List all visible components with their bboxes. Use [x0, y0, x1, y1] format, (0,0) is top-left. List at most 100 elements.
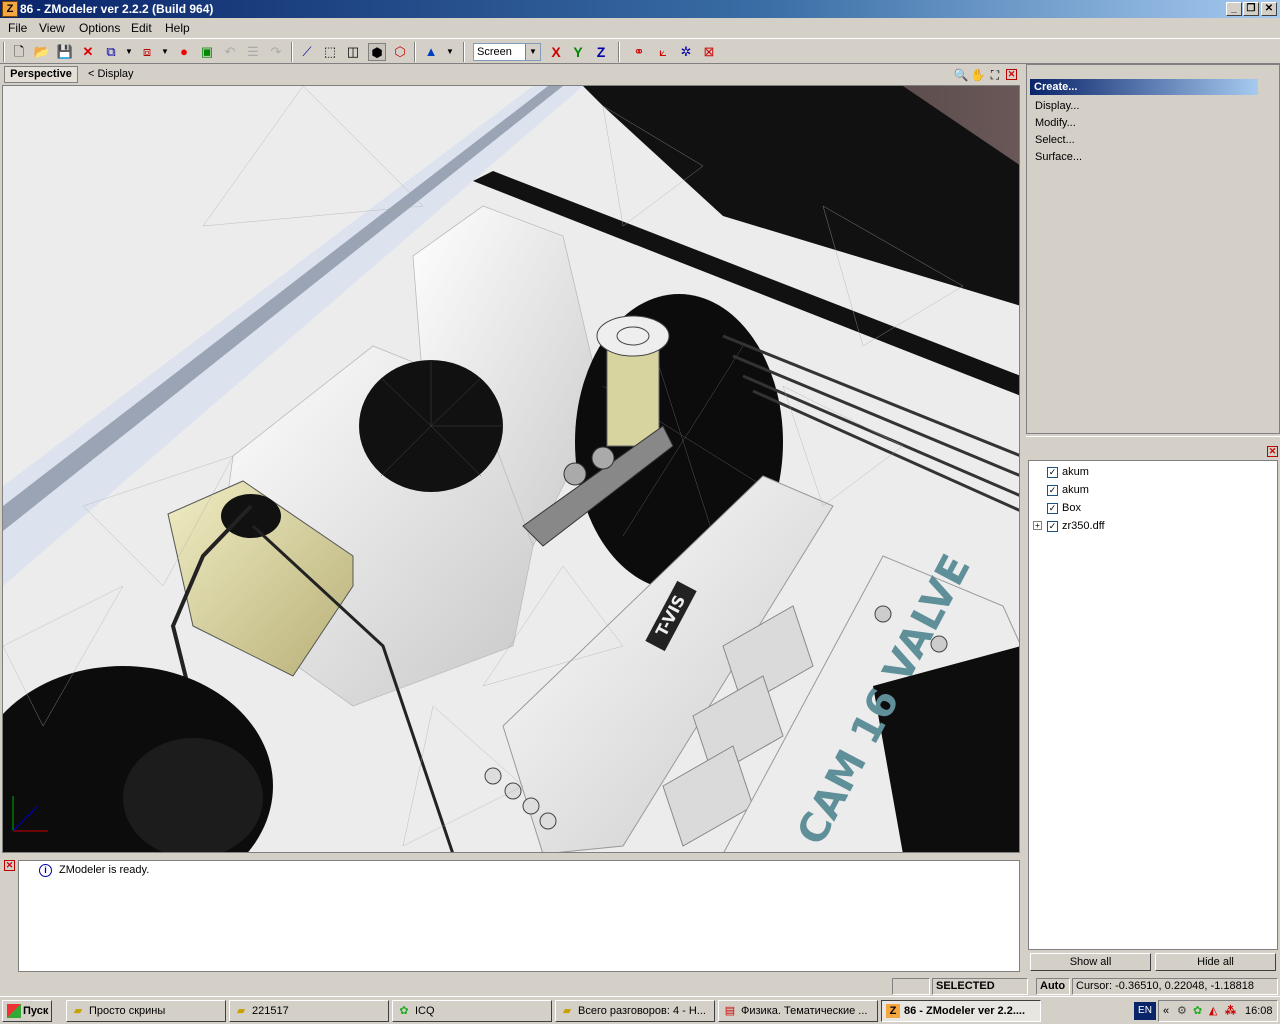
taskbar-item[interactable]: ▰ Просто скрины: [66, 1000, 226, 1022]
link-icon[interactable]: ⚭: [630, 43, 648, 61]
antivirus-icon[interactable]: ◭: [1209, 1001, 1217, 1021]
taskbar-item[interactable]: ▤ Физика. Тематические ...: [718, 1000, 878, 1022]
tree-item[interactable]: ✓ akum: [1047, 483, 1089, 497]
delete-icon[interactable]: ✕: [79, 43, 97, 61]
language-indicator[interactable]: EN: [1134, 1002, 1156, 1020]
clock[interactable]: 16:08: [1245, 1001, 1273, 1021]
import-dropdown-icon[interactable]: ▼: [120, 43, 138, 61]
taskbar-item-active[interactable]: Z 86 - ZModeler ver 2.2....: [881, 1000, 1041, 1022]
list-icon[interactable]: ☰: [244, 43, 262, 61]
start-button[interactable]: Пуск: [2, 1000, 52, 1022]
folder-icon: ▰: [562, 1005, 572, 1017]
record-icon[interactable]: ●: [175, 43, 193, 61]
taskbar-item[interactable]: ▰ 221517: [229, 1000, 389, 1022]
create-menu-item[interactable]: Create...: [1030, 79, 1258, 95]
toolbar-separator: [291, 42, 293, 62]
menu-options[interactable]: Options: [79, 21, 120, 35]
surface-menu-item[interactable]: Surface...: [1035, 151, 1082, 163]
toolbar-separator-2: [414, 42, 416, 62]
title-bar[interactable]: Z 86 - ZModeler ver 2.2.2 (Build 964) _ …: [0, 0, 1280, 18]
close-tree-panel-icon[interactable]: ✕: [1267, 446, 1278, 457]
close-viewport-icon[interactable]: ✕: [1006, 69, 1017, 80]
main-toolbar: 🗋 📂 💾 ✕ ⧉ ▼ ⧈ ▼ ● ▣ ↶ ☰ ↷ ⟋ ⬚ ◫ ⬢ ⬡ ▲ ▼ …: [0, 38, 1280, 64]
normals-dropdown-icon[interactable]: ▼: [441, 43, 459, 61]
export-icon[interactable]: ⧈: [138, 43, 156, 61]
zmodeler-icon: Z: [886, 1004, 900, 1018]
status-bar: SELECTED MODE Auto Cursor: -0.36510, 0.2…: [0, 976, 1280, 1007]
menu-help[interactable]: Help: [165, 21, 190, 35]
taskbar: Пуск ▰ Просто скрины ▰ 221517 ✿ ICQ ▰ Всего …: [0, 996, 1280, 1024]
engine-bay-render[interactable]: T-VIS CAM 16 VALVE: [3, 86, 1020, 853]
restore-button[interactable]: ❐: [1243, 2, 1259, 16]
axis-x-button[interactable]: X: [547, 43, 565, 61]
menu-view[interactable]: View: [39, 21, 65, 35]
menu-edit[interactable]: Edit: [131, 21, 152, 35]
checkbox-checked-icon[interactable]: ✓: [1047, 502, 1058, 514]
normals-icon[interactable]: ▲: [422, 43, 440, 61]
task-label: Просто скрины: [89, 1005, 166, 1017]
pan-hand-icon[interactable]: ✋: [969, 66, 987, 84]
commands-panel: Create... Display... Modify... Select...…: [1026, 64, 1280, 434]
show-all-button[interactable]: Show all: [1030, 953, 1151, 971]
folder-icon: ▰: [236, 1005, 246, 1017]
picture-icon[interactable]: ▣: [198, 43, 216, 61]
new-file-icon[interactable]: 🗋: [10, 43, 28, 61]
tree-item[interactable]: + ✓ zr350.dff: [1033, 519, 1105, 533]
close-button[interactable]: ✕: [1261, 2, 1277, 16]
zoom-icon[interactable]: 🔍: [952, 66, 970, 84]
cube-red-icon[interactable]: ⬡: [391, 43, 409, 61]
export-dropdown-icon[interactable]: ▼: [156, 43, 174, 61]
checkbox-checked-icon[interactable]: ✓: [1047, 484, 1058, 496]
view-select[interactable]: Screen ▼: [473, 43, 541, 61]
undo-icon[interactable]: ↶: [221, 43, 239, 61]
viewport-tab-perspective[interactable]: Perspective: [4, 66, 78, 83]
menu-file[interactable]: File: [8, 21, 27, 35]
selected-mode-icon[interactable]: ⬢: [368, 43, 386, 61]
taskbar-item[interactable]: ▰ Всего разговоров: 4 - Н...: [555, 1000, 715, 1022]
object-mode-icon[interactable]: ◫: [344, 43, 362, 61]
pivot-icon[interactable]: ✲: [677, 43, 695, 61]
task-label: Всего разговоров: 4 - Н...: [578, 1005, 706, 1017]
checkbox-checked-icon[interactable]: ✓: [1047, 466, 1058, 478]
toolbar-grip: [3, 42, 5, 62]
zmodeler-app-icon[interactable]: Z: [2, 1, 18, 17]
icq-tray-icon[interactable]: ✿: [1193, 1001, 1202, 1021]
expand-plus-icon[interactable]: +: [1033, 521, 1042, 530]
axis-z-button[interactable]: Z: [592, 43, 610, 61]
checkbox-checked-icon[interactable]: ✓: [1047, 520, 1058, 532]
transform-icon[interactable]: ⊠: [700, 43, 718, 61]
vertex-mode-icon[interactable]: ⟋: [298, 43, 316, 61]
log-message: ZModeler is ready.: [59, 864, 150, 876]
tree-item[interactable]: ✓ Box: [1047, 501, 1081, 515]
tree-item[interactable]: ✓ akum: [1047, 465, 1089, 479]
minimize-button[interactable]: _: [1226, 2, 1242, 16]
redo-icon[interactable]: ↷: [267, 43, 285, 61]
acrobat-tray-icon[interactable]: ⁂: [1225, 1001, 1236, 1021]
axis-y-button[interactable]: Y: [569, 43, 587, 61]
box-mode-icon[interactable]: ⬚: [321, 43, 339, 61]
task-label: 86 - ZModeler ver 2.2....: [904, 1005, 1026, 1017]
display-link[interactable]: < Display: [88, 68, 134, 80]
status-mode: SELECTED MODE: [932, 978, 1028, 1007]
axis-gizmo-icon[interactable]: ⟀: [654, 43, 672, 61]
maximize-viewport-icon[interactable]: ⛶: [986, 66, 1004, 84]
close-log-panel-icon[interactable]: ✕: [4, 860, 15, 871]
tree-item-label: akum: [1062, 466, 1089, 478]
hide-all-button[interactable]: Hide all: [1155, 953, 1276, 971]
network-icon[interactable]: ⚙: [1177, 1001, 1187, 1021]
display-menu-item[interactable]: Display...: [1035, 100, 1079, 112]
pdf-icon: ▤: [724, 1005, 736, 1017]
status-auto: Auto: [1036, 978, 1070, 995]
select-menu-item[interactable]: Select...: [1035, 134, 1075, 146]
taskbar-item[interactable]: ✿ ICQ: [392, 1000, 552, 1022]
import-icon[interactable]: ⧉: [102, 43, 120, 61]
tree-panel-header: [1026, 436, 1280, 456]
open-file-icon[interactable]: 📂: [33, 43, 51, 61]
perspective-viewport[interactable]: T-VIS CAM 16 VALVE: [2, 85, 1020, 853]
tray-expand-icon[interactable]: «: [1163, 1001, 1169, 1021]
log-panel: i ZModeler is ready.: [18, 860, 1020, 972]
chevron-down-icon[interactable]: ▼: [525, 44, 540, 60]
save-file-icon[interactable]: 💾: [56, 43, 74, 61]
modify-menu-item[interactable]: Modify...: [1035, 117, 1076, 129]
menu-bar: File View Options Edit Help: [0, 18, 1280, 38]
